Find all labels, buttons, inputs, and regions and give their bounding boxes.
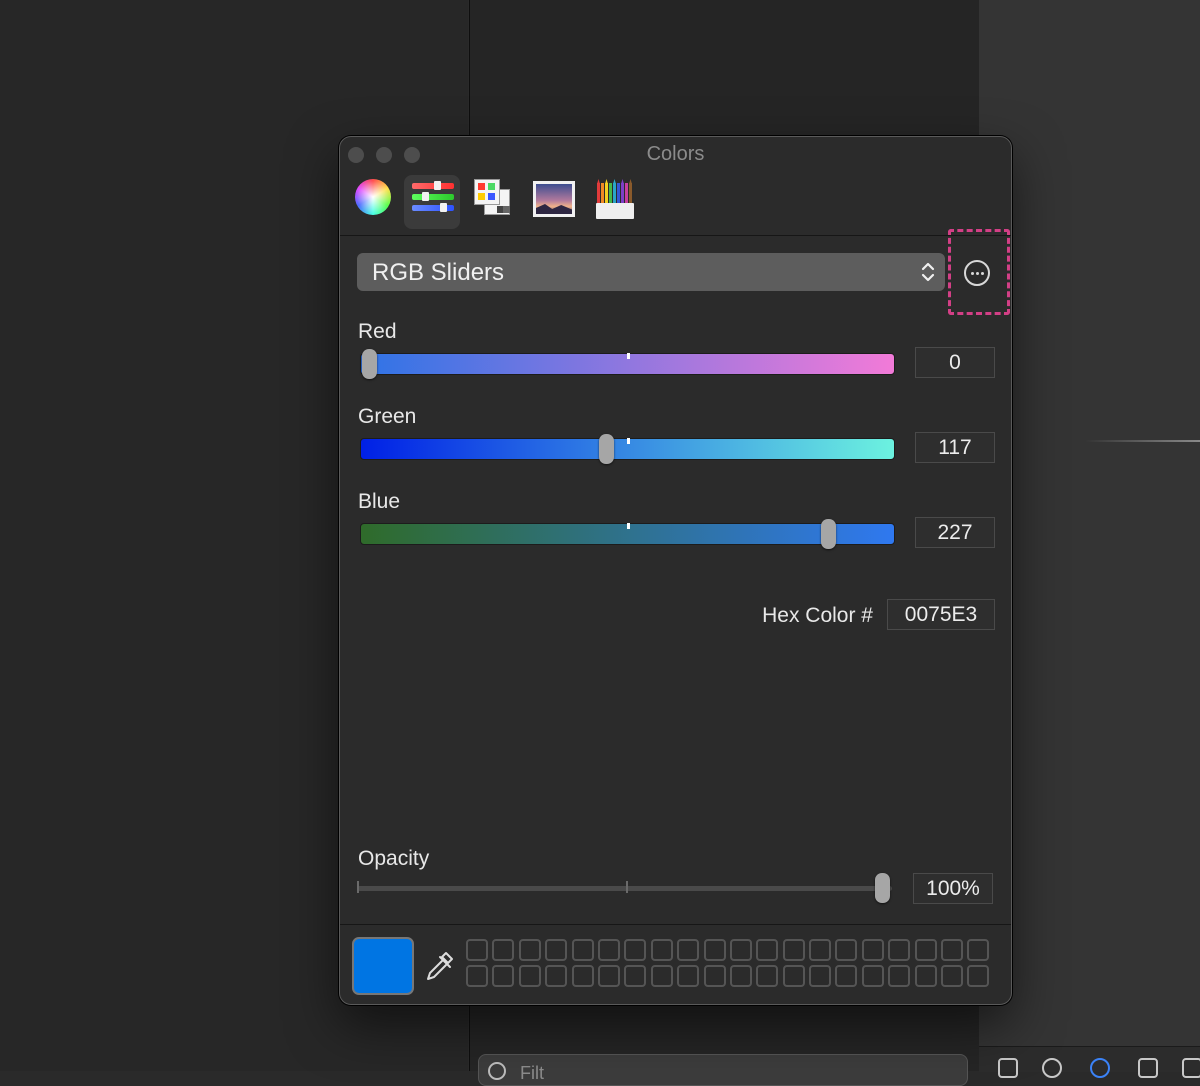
hex-color-field[interactable]: 0075E3	[887, 599, 995, 630]
color-well[interactable]	[782, 939, 805, 961]
green-label: Green	[358, 405, 417, 428]
color-well[interactable]	[703, 965, 726, 987]
background-inspector	[979, 0, 1200, 1071]
color-well[interactable]	[888, 965, 911, 987]
color-palettes-icon[interactable]	[474, 179, 512, 217]
color-well[interactable]	[861, 965, 884, 987]
background-divider	[1085, 440, 1200, 442]
green-slider-tick	[627, 438, 630, 444]
color-well[interactable]	[729, 939, 752, 961]
color-well[interactable]	[809, 939, 832, 961]
background-filter-field[interactable]	[478, 1054, 968, 1086]
color-well[interactable]	[756, 939, 779, 961]
color-well[interactable]	[545, 939, 568, 961]
file-icon[interactable]	[998, 1058, 1018, 1078]
slider-type-popup[interactable]: RGB Sliders	[357, 253, 945, 291]
color-well[interactable]	[492, 939, 515, 961]
color-well[interactable]	[888, 939, 911, 961]
blue-slider-thumb[interactable]	[821, 519, 837, 549]
color-well[interactable]	[624, 965, 647, 987]
opacity-value-field[interactable]: 100%	[913, 873, 993, 904]
color-well[interactable]	[861, 939, 884, 961]
hex-color-label: Hex Color #	[762, 604, 873, 627]
color-well[interactable]	[967, 939, 990, 961]
background-filter-placeholder: Filt	[520, 1063, 544, 1083]
color-well[interactable]	[545, 965, 568, 987]
color-well[interactable]	[941, 939, 964, 961]
red-slider-tick	[627, 353, 630, 359]
color-well[interactable]	[571, 965, 594, 987]
current-color-well[interactable]	[352, 937, 414, 995]
red-value-field[interactable]: 0	[915, 347, 995, 378]
green-value-field[interactable]: 117	[915, 432, 995, 463]
accessibility-icon[interactable]	[1042, 1058, 1062, 1078]
annotation-highlight	[948, 229, 1010, 315]
refresh-icon[interactable]	[1138, 1058, 1158, 1078]
color-well[interactable]	[677, 965, 700, 987]
color-well[interactable]	[571, 939, 594, 961]
red-label: Red	[358, 320, 397, 343]
blue-slider-tick	[627, 523, 630, 529]
color-well[interactable]	[518, 965, 541, 987]
color-well[interactable]	[492, 965, 515, 987]
red-slider-thumb[interactable]	[362, 349, 377, 379]
color-well[interactable]	[729, 965, 752, 987]
color-well[interactable]	[756, 965, 779, 987]
color-well[interactable]	[914, 965, 937, 987]
blue-value-field[interactable]: 227	[915, 517, 995, 548]
color-well[interactable]	[941, 965, 964, 987]
window-title: Colors	[646, 143, 705, 165]
blue-label: Blue	[358, 490, 401, 513]
chevron-up-down-icon	[921, 262, 935, 282]
color-well[interactable]	[518, 939, 541, 961]
color-well[interactable]	[782, 965, 805, 987]
opacity-slider-min-tick	[357, 881, 359, 893]
opacity-slider[interactable]	[357, 886, 892, 891]
color-well[interactable]	[597, 965, 620, 987]
color-well[interactable]	[597, 939, 620, 961]
color-well[interactable]	[703, 939, 726, 961]
color-well[interactable]	[466, 939, 488, 961]
color-well[interactable]	[624, 939, 647, 961]
slider-type-label: RGB Sliders	[372, 259, 505, 286]
color-wheel-icon[interactable]	[355, 179, 391, 215]
opacity-slider-mid-tick	[626, 881, 628, 893]
color-well[interactable]	[835, 965, 858, 987]
filter-icon	[488, 1062, 506, 1080]
opacity-slider-thumb[interactable]	[875, 873, 890, 903]
color-well[interactable]	[914, 939, 937, 961]
eyedropper-icon[interactable]	[422, 949, 456, 983]
saved-color-wells	[466, 939, 990, 987]
image-palettes-icon[interactable]	[533, 181, 575, 217]
color-well[interactable]	[677, 939, 700, 961]
toolbar-divider	[340, 235, 1011, 236]
green-slider-thumb[interactable]	[598, 434, 614, 464]
color-well[interactable]	[466, 965, 488, 987]
style-icon[interactable]	[1090, 1058, 1110, 1078]
color-well[interactable]	[650, 939, 673, 961]
color-sliders-icon	[412, 181, 454, 215]
color-well[interactable]	[650, 965, 673, 987]
colors-panel: Colors RGB Sliders Red 0 Green 117 Blue …	[339, 136, 1012, 1005]
color-well[interactable]	[809, 965, 832, 987]
swatches-divider	[340, 924, 1011, 925]
panel-icon[interactable]	[1182, 1058, 1200, 1078]
color-well[interactable]	[835, 939, 858, 961]
opacity-label: Opacity	[358, 847, 430, 870]
pencils-icon[interactable]	[596, 179, 634, 219]
color-well[interactable]	[967, 965, 990, 987]
